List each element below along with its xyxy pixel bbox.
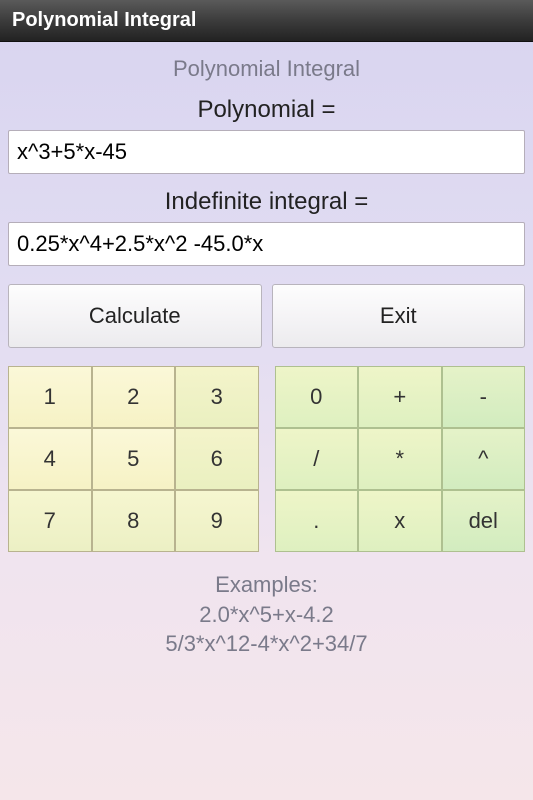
calculate-button[interactable]: Calculate [8,284,262,348]
key-multiply[interactable]: * [358,428,442,490]
key-4[interactable]: 4 [8,428,92,490]
examples-line-1: 2.0*x^5+x-4.2 [8,600,525,630]
key-2[interactable]: 2 [92,366,176,428]
window-title: Polynomial Integral [12,9,196,32]
key-plus[interactable]: + [358,366,442,428]
key-0[interactable]: 0 [275,366,359,428]
key-8[interactable]: 8 [92,490,176,552]
keypad-area: 1 2 3 4 5 6 7 8 9 0 + - / * ^ . x del [8,366,525,552]
examples-block: Examples: 2.0*x^5+x-4.2 5/3*x^12-4*x^2+3… [8,570,525,659]
exit-button[interactable]: Exit [272,284,526,348]
key-6[interactable]: 6 [175,428,259,490]
integral-label: Indefinite integral = [8,188,525,216]
key-divide[interactable]: / [275,428,359,490]
window-titlebar: Polynomial Integral [0,0,533,42]
number-pad: 1 2 3 4 5 6 7 8 9 [8,366,259,552]
main-content: Polynomial Integral Polynomial = Indefin… [0,42,533,800]
key-dot[interactable]: . [275,490,359,552]
page-subtitle: Polynomial Integral [8,56,525,82]
key-minus[interactable]: - [442,366,526,428]
key-3[interactable]: 3 [175,366,259,428]
key-del[interactable]: del [442,490,526,552]
key-1[interactable]: 1 [8,366,92,428]
key-x[interactable]: x [358,490,442,552]
key-5[interactable]: 5 [92,428,176,490]
key-9[interactable]: 9 [175,490,259,552]
action-row: Calculate Exit [8,284,525,348]
examples-line-2: 5/3*x^12-4*x^2+34/7 [8,629,525,659]
key-power[interactable]: ^ [442,428,526,490]
examples-header: Examples: [8,570,525,600]
operator-pad: 0 + - / * ^ . x del [275,366,526,552]
key-7[interactable]: 7 [8,490,92,552]
integral-output[interactable] [8,222,525,266]
polynomial-label: Polynomial = [8,96,525,124]
polynomial-input[interactable] [8,130,525,174]
